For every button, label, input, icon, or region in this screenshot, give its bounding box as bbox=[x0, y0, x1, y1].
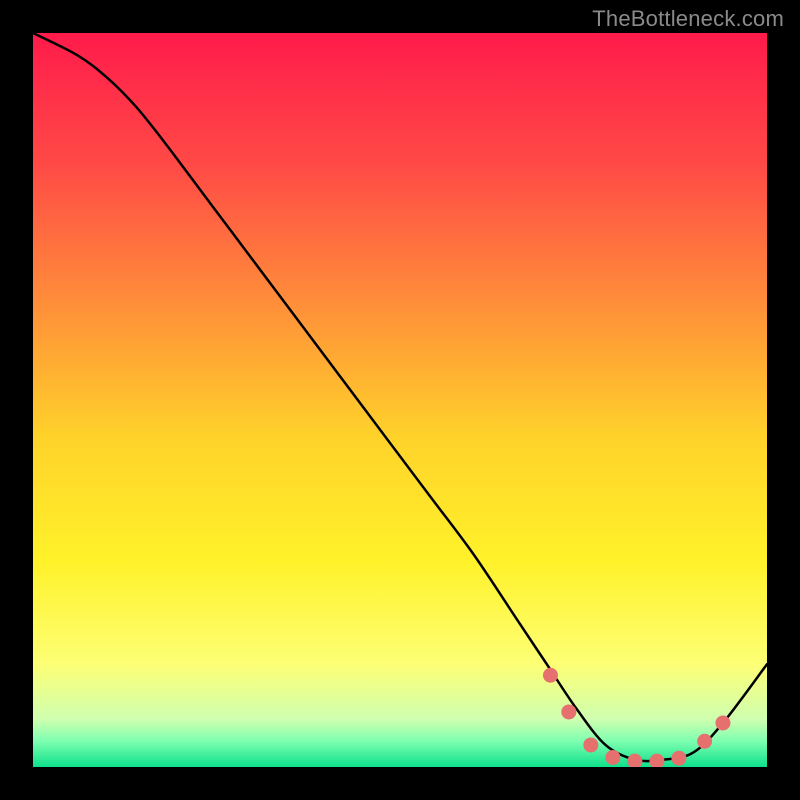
highlight-dot bbox=[605, 750, 620, 765]
watermark-text: TheBottleneck.com bbox=[592, 6, 784, 32]
highlight-dot bbox=[697, 734, 712, 749]
plot-area bbox=[33, 33, 767, 767]
highlight-dot bbox=[715, 715, 730, 730]
highlight-dot bbox=[561, 704, 576, 719]
highlight-dot bbox=[583, 737, 598, 752]
highlight-dot bbox=[543, 668, 558, 683]
chart-stage: TheBottleneck.com bbox=[0, 0, 800, 800]
highlight-dot bbox=[671, 751, 686, 766]
gradient-background bbox=[33, 33, 767, 767]
chart-svg bbox=[33, 33, 767, 767]
